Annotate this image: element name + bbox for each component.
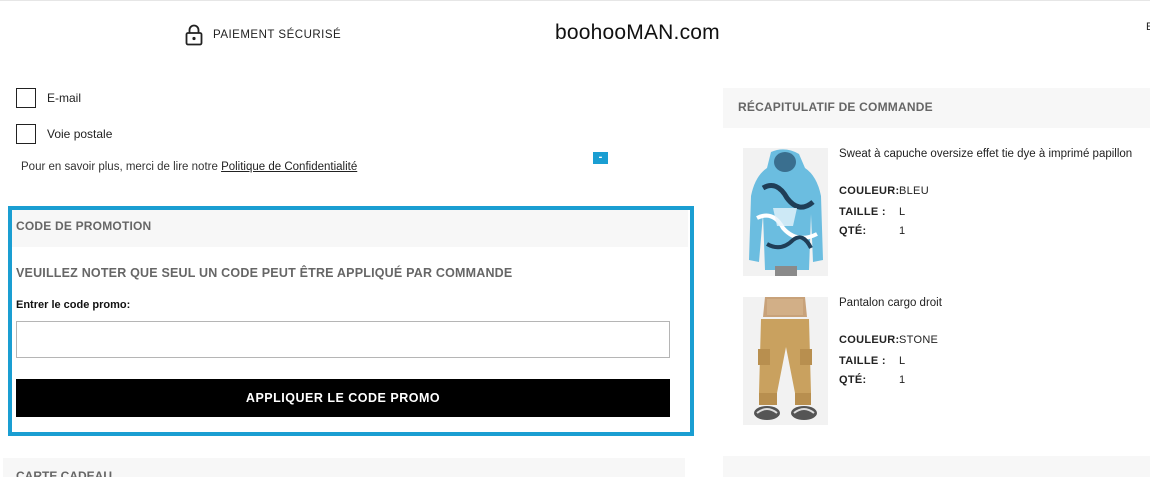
gift-card-title: CARTE CADEAU [16,469,112,477]
product-image-cargo[interactable] [743,297,828,425]
privacy-text: Pour en savoir plus, merci de lire notre [21,161,222,173]
gift-card-header[interactable]: CARTE CADEAU [3,458,685,477]
size-value: L [899,206,906,218]
product-color: COULEUR: BLEU [839,185,929,197]
post-optin-label: Voie postale [47,127,113,141]
product-size: TAILLE : L [839,206,905,218]
qty-value: 1 [899,225,906,237]
size-label: TAILLE : [839,355,886,367]
order-summary-header: RÉCAPITULATIF DE COMMANDE [723,88,1150,128]
color-value: STONE [899,334,939,346]
order-summary-title: RÉCAPITULATIF DE COMMANDE [738,100,933,114]
lock-icon [185,24,203,46]
color-value: BLEU [899,185,929,197]
privacy-notice: Pour en savoir plus, merci de lire notre… [21,161,357,173]
logo[interactable]: boohooMAN.com [555,21,720,45]
size-value: L [899,355,906,367]
secure-payment-label: PAIEMENT SÉCURISÉ [213,29,342,41]
cargo-pants-image [743,297,828,425]
size-label: TAILLE : [839,206,886,218]
product-image-hoodie[interactable] [743,148,828,276]
site-header: PAIEMENT SÉCURISÉ boohooMAN.com E [0,0,1150,72]
product-size: TAILLE : L [839,355,905,367]
promo-header: CODE DE PROMOTION [12,210,688,247]
post-checkbox[interactable] [16,124,36,144]
collapse-button[interactable]: - [593,152,608,164]
product-qty: QTÉ: 1 [839,374,905,386]
color-label: COULEUR: [839,185,900,197]
email-optin-label: E-mail [47,91,82,105]
apply-promo-button[interactable]: APPLIQUER LE CODE PROMO [16,379,670,417]
qty-label: QTÉ: [839,374,867,386]
privacy-policy-link[interactable]: Politique de Confidentialité [221,161,357,173]
color-label: COULEUR: [839,334,900,346]
email-optin[interactable]: E-mail [16,88,81,108]
product-qty: QTÉ: 1 [839,225,905,237]
product-name[interactable]: Sweat à capuche oversize effet tie dye à… [839,148,1132,160]
hoodie-image [743,148,828,276]
product-name[interactable]: Pantalon cargo droit [839,297,942,309]
promo-note: VEUILLEZ NOTER QUE SEUL UN CODE PEUT ÊTR… [16,266,513,280]
promo-input-label: Entrer le code promo: [16,299,131,311]
promo-code-input[interactable] [16,321,670,358]
header-edge-text: E [1146,21,1150,33]
qty-value: 1 [899,374,906,386]
promo-code-section: CODE DE PROMOTION VEUILLEZ NOTER QUE SEU… [8,206,694,436]
qty-label: QTÉ: [839,225,867,237]
post-optin[interactable]: Voie postale [16,124,112,144]
secure-payment: PAIEMENT SÉCURISÉ [185,24,341,46]
summary-footer [723,456,1150,477]
email-checkbox[interactable] [16,88,36,108]
promo-title: CODE DE PROMOTION [16,219,152,233]
product-color: COULEUR: STONE [839,334,938,346]
